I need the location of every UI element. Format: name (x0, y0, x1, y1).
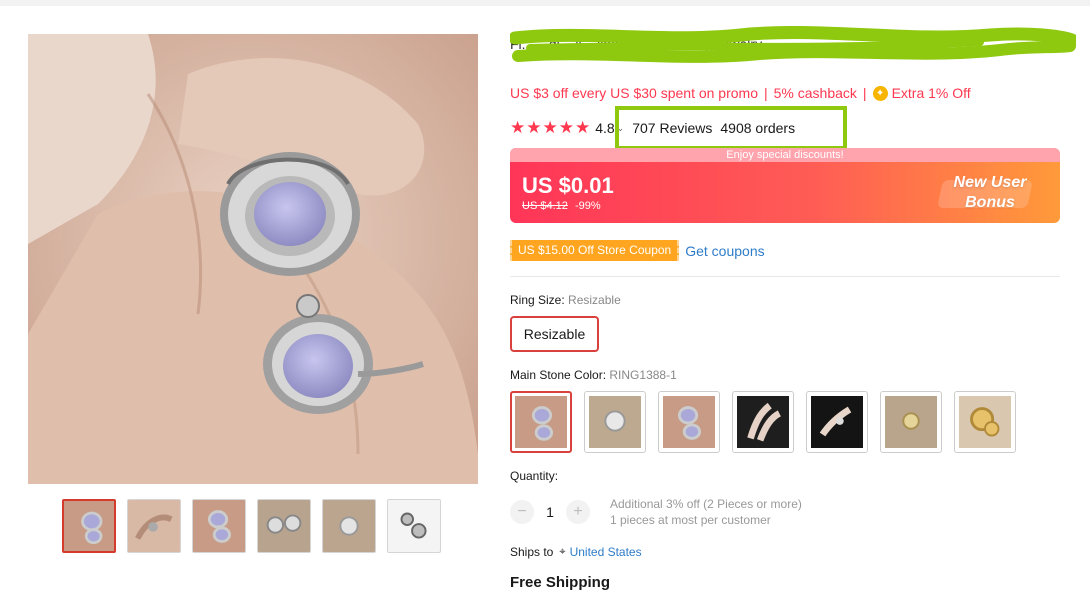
promo-separator: | (764, 85, 768, 101)
ship-country-link[interactable]: United States (570, 545, 642, 559)
get-coupons-link[interactable]: Get coupons (685, 243, 764, 259)
color-option-2[interactable] (584, 391, 646, 453)
thumbnail-6[interactable] (387, 499, 441, 553)
thumbnail-1[interactable] (62, 499, 116, 553)
quantity-discount-note: Additional 3% off (2 Pieces or more) (610, 497, 802, 511)
quantity-limit-note: 1 pieces at most per customer (610, 513, 771, 527)
stone-color-options (510, 391, 1016, 453)
promo-extra[interactable]: Extra 1% Off (892, 85, 971, 101)
discount-percent: -99% (574, 200, 601, 212)
thumbnail-5[interactable] (322, 499, 376, 553)
rating-score[interactable]: 4.8 (595, 120, 614, 136)
badge-line-2: Bonus (965, 193, 1015, 211)
current-price: US $0.01 (522, 173, 614, 198)
top-bar (0, 0, 1090, 6)
main-product-image[interactable] (28, 34, 478, 484)
product-title[interactable]: Fl... ...dj ...lj ...llagt ...Gl... Tren… (510, 34, 1060, 54)
thumbnail-strip (62, 499, 441, 553)
location-pin-icon: ⌖ (559, 545, 566, 558)
highlight-annotation-box (615, 106, 847, 150)
price-banner: Enjoy special discounts! US $0.01 US $4.… (510, 148, 1060, 223)
color-option-3[interactable] (658, 391, 720, 453)
rating-stars: ★★★★★ (510, 118, 592, 137)
ring-size-label: Ring Size: Resizable (510, 293, 621, 307)
thumbnail-3[interactable] (192, 499, 246, 553)
quantity-label: Quantity: (510, 469, 559, 483)
thumbnail-4[interactable] (257, 499, 311, 553)
decrease-quantity-button[interactable]: − (510, 500, 534, 524)
color-option-1[interactable] (510, 391, 572, 453)
ring-size-label-text: Ring Size: (510, 293, 565, 307)
original-price: US $4.12 (522, 200, 568, 212)
color-option-7[interactable] (954, 391, 1016, 453)
coin-icon: ✦ (872, 85, 888, 101)
divider (510, 276, 1060, 277)
discount-strip: Enjoy special discounts! (510, 148, 1060, 162)
new-user-bonus-badge[interactable]: New User Bonus (920, 162, 1060, 223)
original-price-row: US $4.12 -99% (522, 200, 601, 212)
color-option-6[interactable] (880, 391, 942, 453)
promo-offer[interactable]: US $3 off every US $30 spent on promo (510, 85, 758, 101)
color-option-4[interactable] (732, 391, 794, 453)
promo-cashback[interactable]: 5% cashback (774, 85, 857, 101)
stone-color-label: Main Stone Color: RING1388-1 (510, 368, 677, 382)
stone-color-label-text: Main Stone Color: (510, 368, 607, 382)
size-option-resizable[interactable]: Resizable (510, 316, 599, 352)
stone-color-value: RING1388-1 (609, 368, 677, 382)
badge-line-1: New User (953, 173, 1027, 191)
color-option-5[interactable] (806, 391, 868, 453)
store-coupon-tag[interactable]: US $15.00 Off Store Coupon (510, 240, 680, 261)
ships-to-row: Ships to ⌖ United States (510, 545, 642, 559)
increase-quantity-button[interactable]: + (566, 500, 590, 524)
promo-separator: | (862, 85, 867, 101)
ships-to-label: Ships to (510, 545, 554, 559)
product-info: Fl... ...dj ...lj ...llagt ...Gl... Tren… (510, 26, 1076, 76)
quantity-value[interactable]: 1 (534, 504, 566, 520)
promo-line: US $3 off every US $30 spent on promo | … (510, 85, 971, 101)
quantity-note: Additional 3% off (2 Pieces or more) 1 p… (610, 496, 802, 528)
ring-size-value: Resizable (568, 293, 621, 307)
coupon-row: US $15.00 Off Store Coupon Get coupons (510, 240, 765, 261)
thumbnail-2[interactable] (127, 499, 181, 553)
quantity-stepper: − 1 + Additional 3% off (2 Pieces or mor… (510, 496, 802, 528)
